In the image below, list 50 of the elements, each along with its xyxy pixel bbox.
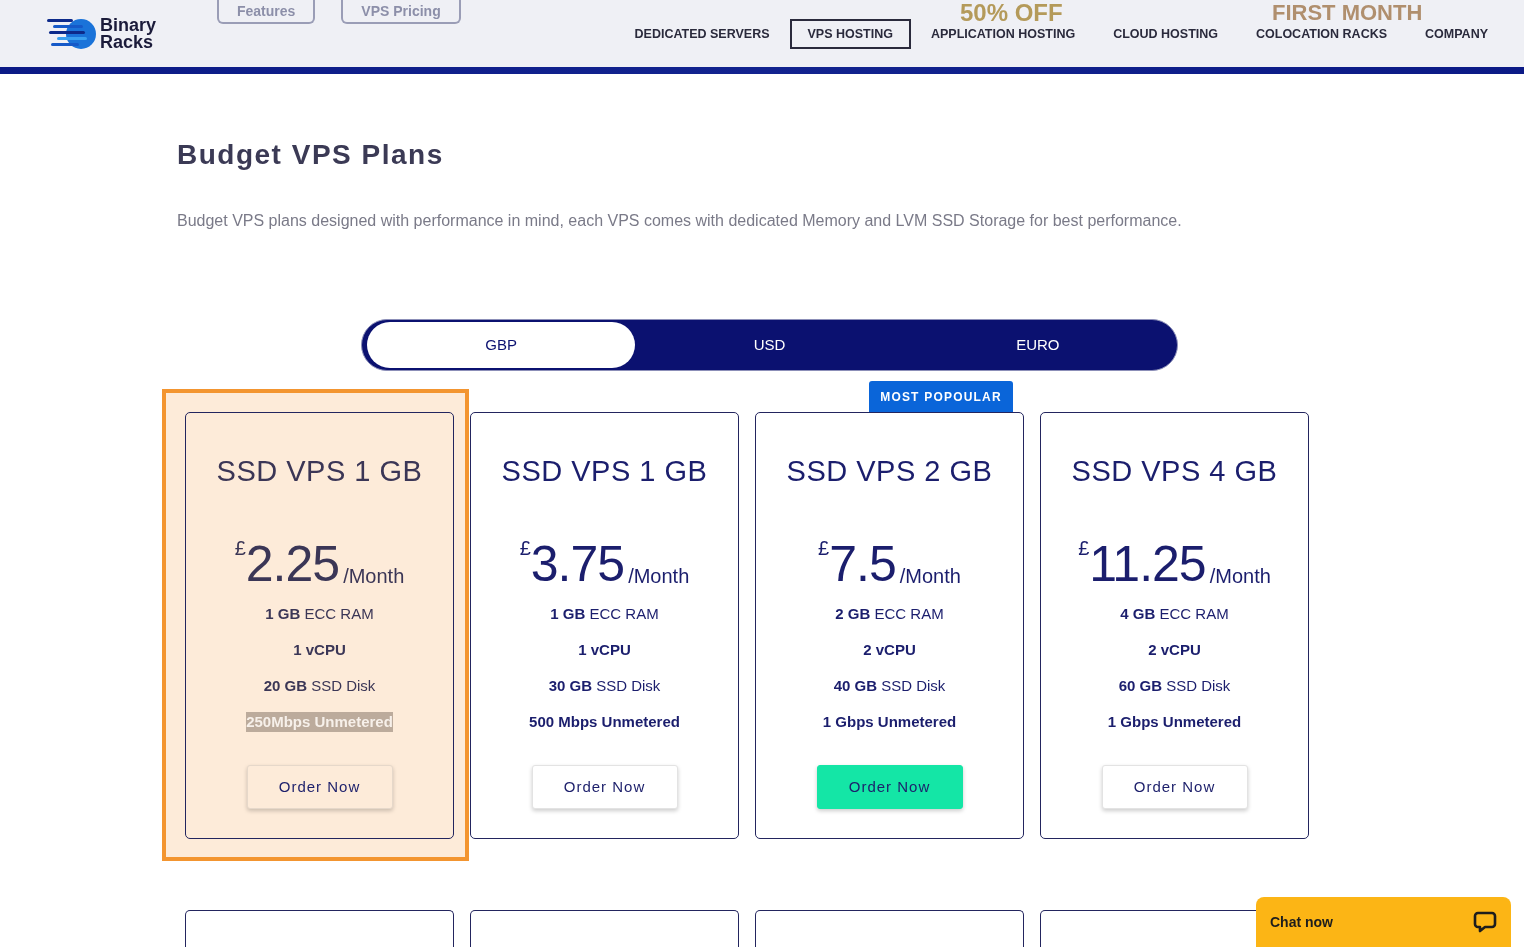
- currency-tab[interactable]: USD: [635, 322, 904, 368]
- order-button[interactable]: Order Now: [816, 765, 963, 809]
- order-button[interactable]: Order Now: [1101, 765, 1248, 809]
- popular-badge: MOST POPOULAR: [869, 381, 1013, 412]
- plan-feature: 500 Mbps Unmetered: [529, 712, 680, 732]
- offer-text: 50% OFF: [960, 0, 1063, 26]
- section-description: Budget VPS plans designed with performance in mind, each VPS comes with dedicated Memory and LVM SSD Storage for best performance.: [177, 211, 1183, 231]
- plan-feature: 1 GB ECC RAM: [550, 604, 659, 624]
- plan-feature: 1 Gbps Unmetered: [1107, 712, 1242, 732]
- chat-bubble-icon: [1473, 911, 1497, 933]
- plan-feature: 2 vCPU: [1148, 640, 1201, 660]
- plan-name: SSD VPS 1 GB: [501, 454, 708, 488]
- plan-feature: 1 Gbps Unmetered: [822, 712, 957, 732]
- offer-text: FIRST MONTH: [1272, 0, 1423, 26]
- price-period: /Month: [628, 564, 690, 588]
- plan-name: SSD VPS 2 GB: [786, 454, 993, 488]
- section-title: Budget VPS Plans: [177, 138, 445, 172]
- plan-feature: 2 GB ECC RAM: [835, 604, 944, 624]
- currency-symbol: £: [1078, 537, 1090, 559]
- order-button[interactable]: Order Now: [531, 765, 678, 809]
- plan-feature: 60 GB SSD Disk: [1118, 676, 1231, 696]
- plan-feature: 1 GB ECC RAM: [265, 604, 374, 624]
- plan-price: 2.25: [245, 539, 340, 589]
- chat-button[interactable]: Chat now: [1256, 897, 1511, 947]
- price-period: /Month: [1209, 564, 1271, 588]
- plan-feature: 2 vCPU: [863, 640, 916, 660]
- plan-feature: 4 GB ECC RAM: [1120, 604, 1229, 624]
- plan-feature: 20 GB SSD Disk: [263, 676, 376, 696]
- plan-feature: 40 GB SSD Disk: [833, 676, 946, 696]
- order-button[interactable]: Order Now: [246, 765, 393, 809]
- plan-feature: 250Mbps Unmetered: [246, 712, 393, 732]
- plan-price: 3.75: [530, 539, 625, 589]
- plan-feature: 1 vCPU: [578, 640, 631, 660]
- nav-link[interactable]: VPS HOSTING: [789, 18, 911, 49]
- plan-price: 7.5: [829, 539, 896, 589]
- currency-tab[interactable]: GBP: [367, 322, 636, 368]
- plan-name: SSD VPS 1 GB: [216, 454, 423, 488]
- price-period: /Month: [343, 564, 405, 588]
- plan-feature: 30 GB SSD Disk: [548, 676, 661, 696]
- plan-price: 11.25: [1089, 539, 1206, 589]
- currency-symbol: £: [234, 537, 246, 559]
- nav-link[interactable]: DEDICATED SERVERS: [616, 18, 788, 49]
- currency-symbol: £: [818, 537, 830, 559]
- logo-text: Binary: [100, 16, 157, 34]
- price-period: /Month: [899, 564, 961, 588]
- plan-name: SSD VPS 4 GB: [1071, 454, 1278, 488]
- nav-link[interactable]: CLOUD HOSTING: [1095, 18, 1236, 49]
- currency-symbol: £: [519, 537, 531, 559]
- currency-tab[interactable]: EURO: [903, 322, 1172, 368]
- plan-feature: 1 vCPU: [293, 640, 346, 660]
